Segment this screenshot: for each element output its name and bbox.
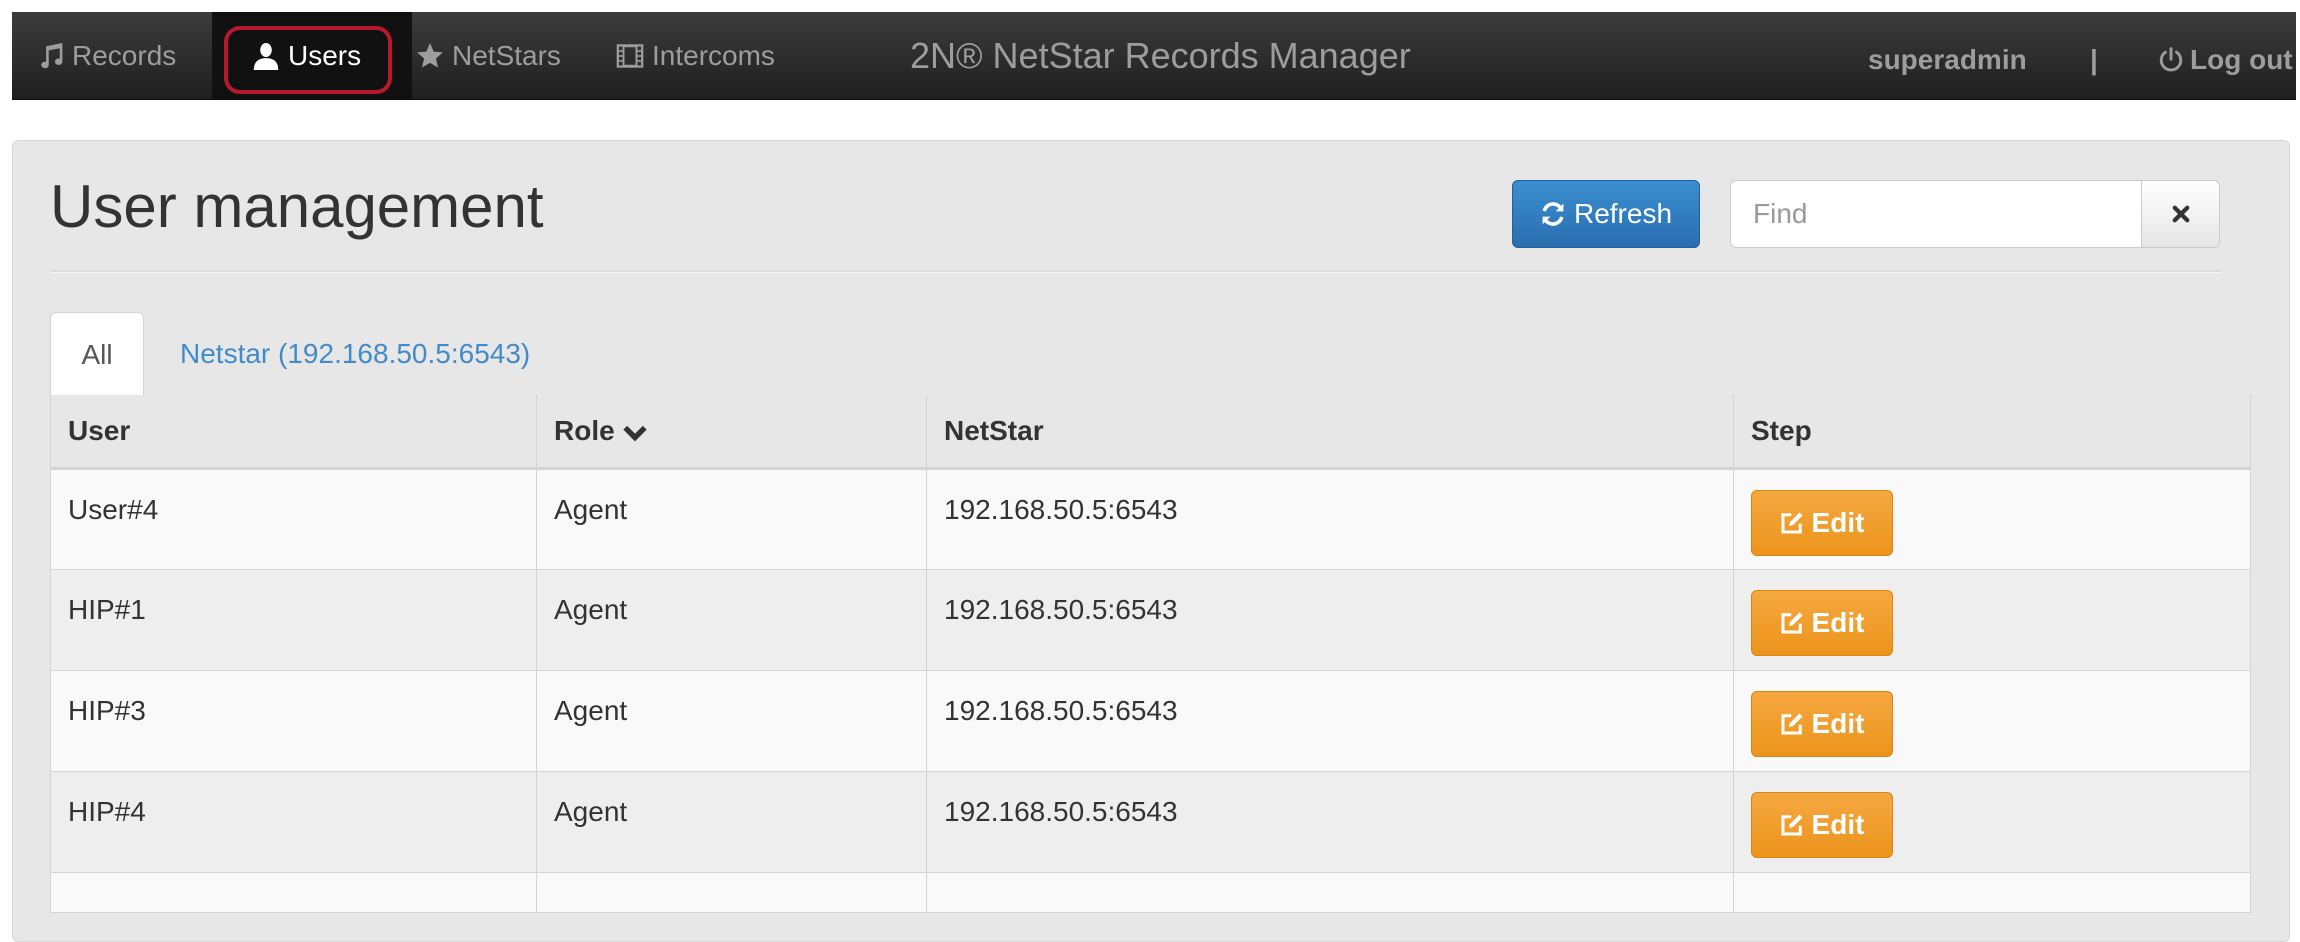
table-row: HIP#4 Agent 192.168.50.5:6543 Edit xyxy=(50,771,2251,873)
title-divider xyxy=(50,270,2222,273)
refresh-label: Refresh xyxy=(1573,198,1673,229)
cell-role: Agent xyxy=(536,569,927,671)
column-header-label: NetStar xyxy=(944,415,1044,446)
logout-link[interactable]: Log out xyxy=(2158,12,2293,107)
table-header-row: User Role NetStar Step xyxy=(50,395,2251,470)
star-icon xyxy=(417,42,443,68)
nav-separator: | xyxy=(2090,43,2098,75)
nav-item-netstars[interactable]: NetStars xyxy=(416,12,561,99)
cell-netstar: 192.168.50.5:6543 xyxy=(926,771,1734,873)
refresh-icon xyxy=(1542,202,1564,226)
chevron-down-icon xyxy=(623,425,647,441)
column-header-user[interactable]: User xyxy=(50,395,537,470)
cell-step: Edit xyxy=(1733,468,2251,570)
edit-button[interactable]: Edit xyxy=(1751,590,1893,656)
edit-label: Edit xyxy=(1811,507,1865,538)
cell-step: Edit xyxy=(1733,670,2251,772)
cell-netstar xyxy=(926,872,1734,913)
nav-item-records[interactable]: Records xyxy=(38,12,176,99)
nav-item-label: NetStars xyxy=(452,39,561,71)
edit-icon xyxy=(1781,814,1803,836)
column-header-label: User xyxy=(68,415,131,446)
top-navbar: Records Users NetStars Intercoms 2N® Net… xyxy=(12,12,2296,100)
search-input[interactable] xyxy=(1730,180,2142,248)
edit-button[interactable]: Edit xyxy=(1751,691,1893,757)
power-icon xyxy=(2159,46,2183,71)
column-header-label: Role xyxy=(554,415,615,446)
cell-user: HIP#3 xyxy=(50,670,537,772)
cell-user xyxy=(50,872,537,913)
cell-role xyxy=(536,872,927,913)
refresh-button[interactable]: Refresh xyxy=(1512,180,1700,248)
cell-step: Edit xyxy=(1733,771,2251,873)
close-icon xyxy=(2172,205,2189,223)
column-header-step: Step xyxy=(1733,395,2251,470)
cell-step: Edit xyxy=(1733,569,2251,671)
table-row xyxy=(50,872,2251,913)
table-row: User#4 Agent 192.168.50.5:6543 Edit xyxy=(50,468,2251,570)
tab-netstar[interactable]: Netstar (192.168.50.5:6543) xyxy=(180,312,530,396)
nav-item-intercoms[interactable]: Intercoms xyxy=(616,12,775,99)
clear-search-button[interactable] xyxy=(2141,180,2220,248)
cell-user: User#4 xyxy=(50,468,537,570)
nav-item-label: Records xyxy=(72,39,177,71)
cell-role: Agent xyxy=(536,771,927,873)
nav-item-label: Intercoms xyxy=(652,39,775,71)
page-title: User management xyxy=(50,173,544,240)
cell-role: Agent xyxy=(536,670,927,772)
logout-label: Log out xyxy=(2190,43,2293,75)
column-header-role[interactable]: Role xyxy=(536,395,927,470)
edit-icon xyxy=(1781,512,1803,534)
edit-icon xyxy=(1781,612,1803,634)
edit-icon xyxy=(1781,713,1803,735)
username-label: superadmin xyxy=(1868,43,2027,75)
edit-button[interactable]: Edit xyxy=(1751,792,1893,858)
edit-label: Edit xyxy=(1811,607,1865,638)
tab-all[interactable]: All xyxy=(50,312,144,397)
app-brand-title: 2N® NetStar Records Manager xyxy=(910,34,1411,76)
active-nav-highlight-outline xyxy=(224,26,392,94)
column-header-netstar[interactable]: NetStar xyxy=(926,395,1734,470)
column-header-label: Step xyxy=(1751,415,1812,446)
table-row: HIP#3 Agent 192.168.50.5:6543 Edit xyxy=(50,670,2251,772)
users-table: User Role NetStar Step User#4 Agent 192.… xyxy=(50,395,2251,913)
film-icon xyxy=(616,43,644,68)
cell-netstar: 192.168.50.5:6543 xyxy=(926,670,1734,772)
music-icon xyxy=(41,42,63,68)
edit-label: Edit xyxy=(1811,708,1865,739)
edit-label: Edit xyxy=(1811,809,1865,840)
edit-button[interactable]: Edit xyxy=(1751,490,1893,556)
cell-user: HIP#4 xyxy=(50,771,537,873)
table-row: HIP#1 Agent 192.168.50.5:6543 Edit xyxy=(50,569,2251,671)
cell-netstar: 192.168.50.5:6543 xyxy=(926,569,1734,671)
cell-user: HIP#1 xyxy=(50,569,537,671)
cell-step xyxy=(1733,872,2251,913)
cell-netstar: 192.168.50.5:6543 xyxy=(926,468,1734,570)
cell-role: Agent xyxy=(536,468,927,570)
